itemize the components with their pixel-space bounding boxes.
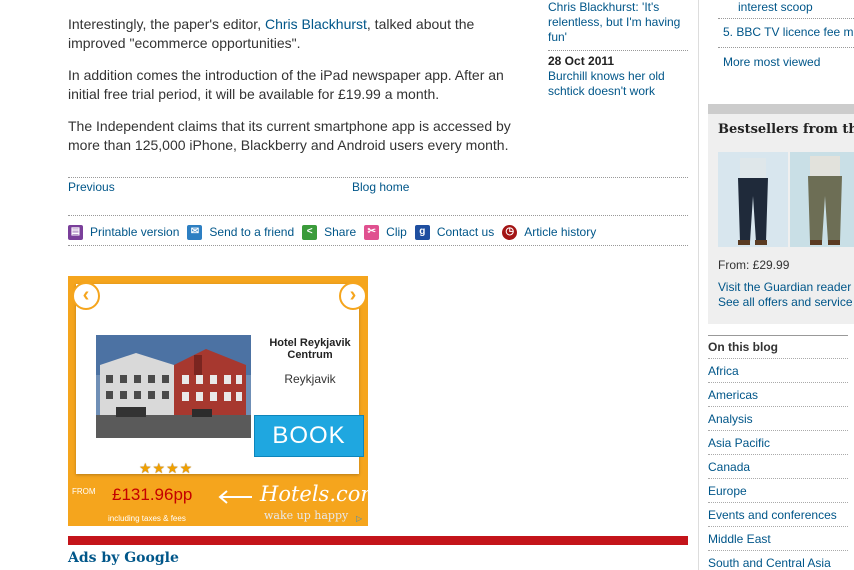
price-from-label: FROM xyxy=(72,487,96,496)
divider xyxy=(708,502,848,503)
see-all-offers-link[interactable]: See all offers and service xyxy=(718,295,853,309)
related-link-1[interactable]: Chris Blackhurst: 'It's relentless, but … xyxy=(548,0,690,45)
divider xyxy=(708,454,848,455)
paragraph-text: Interestingly, the paper's editor, xyxy=(68,16,265,32)
column-divider xyxy=(698,0,699,570)
divider xyxy=(68,245,688,246)
divider xyxy=(708,550,848,551)
send-to-friend-link[interactable]: ✉ Send to a friend xyxy=(187,224,295,240)
chris-blackhurst-link[interactable]: Chris Blackhurst xyxy=(265,16,367,32)
on-this-blog-heading: On this blog xyxy=(708,340,778,354)
more-most-viewed-link[interactable]: More most viewed xyxy=(723,55,820,69)
divider xyxy=(708,382,848,383)
category-canada[interactable]: Canada xyxy=(708,460,750,474)
divider xyxy=(68,177,688,178)
section-divider-bar xyxy=(68,536,688,545)
tool-label: Contact us xyxy=(436,225,495,239)
category-americas[interactable]: Americas xyxy=(708,388,758,402)
arrow-left-icon xyxy=(218,490,252,504)
category-events-and-conferences[interactable]: Events and conferences xyxy=(708,508,837,522)
tool-label: Share xyxy=(324,225,357,239)
category-analysis[interactable]: Analysis xyxy=(708,412,753,426)
hotel-photo xyxy=(96,335,251,438)
category-europe[interactable]: Europe xyxy=(708,484,747,498)
tool-label: Send to a friend xyxy=(209,225,295,239)
scissors-icon: ✂ xyxy=(364,224,380,240)
most-viewed-item-5[interactable]: 5. BBC TV licence fee m xyxy=(723,25,854,39)
hotel-name: Hotel Reykjavik Centrum xyxy=(269,337,351,361)
article-tools: ▤ Printable version ✉ Send to a friend <… xyxy=(68,222,604,242)
clip-link[interactable]: ✂ Clip xyxy=(364,224,407,240)
previous-link[interactable]: Previous xyxy=(68,180,115,194)
divider xyxy=(708,430,848,431)
bestsellers-box: Bestsellers from th From: £29.99 Visit t… xyxy=(708,114,854,324)
divider xyxy=(708,526,848,527)
hotels-com-tagline: wake up happy xyxy=(264,509,349,522)
article-paragraph-2: In addition comes the introduction of th… xyxy=(68,67,504,102)
divider xyxy=(708,335,848,336)
book-button[interactable]: BOOK xyxy=(254,415,364,457)
share-icon: < xyxy=(302,224,318,240)
divider xyxy=(718,18,854,19)
divider xyxy=(548,50,688,51)
bestsellers-top-band xyxy=(708,104,854,114)
contact-us-link[interactable]: g Contact us xyxy=(414,224,495,240)
clock-icon: ◷ xyxy=(502,224,518,240)
prev-arrow-icon[interactable]: ‹ xyxy=(72,282,100,310)
article-history-link[interactable]: ◷ Article history xyxy=(502,224,597,240)
star-rating: ★★★★ xyxy=(139,460,194,476)
category-south-and-central-asia[interactable]: South and Central Asia xyxy=(708,556,831,570)
visit-guardian-reader-link[interactable]: Visit the Guardian reader xyxy=(718,280,851,294)
hotels-com-logo: Hotels.com xyxy=(260,482,368,506)
contact-icon: g xyxy=(414,224,430,240)
divider xyxy=(708,478,848,479)
related-link-2[interactable]: Burchill knows her old schtick doesn't w… xyxy=(548,69,690,99)
category-africa[interactable]: Africa xyxy=(708,364,739,378)
blog-home-link[interactable]: Blog home xyxy=(352,180,409,194)
article-paragraph-1: Interestingly, the paper's editor, Chris… xyxy=(68,15,528,53)
article-paragraph-3: The Independent claims that its current … xyxy=(68,118,511,153)
divider xyxy=(718,47,854,48)
divider xyxy=(708,406,848,407)
bestseller-price: From: £29.99 xyxy=(718,258,790,272)
share-link[interactable]: < Share xyxy=(302,224,357,240)
product-image[interactable] xyxy=(718,152,854,247)
next-arrow-icon[interactable]: › xyxy=(339,282,367,310)
price-fees-note: including taxes & fees xyxy=(108,514,186,523)
ads-by-google-heading[interactable]: Ads by Google xyxy=(68,550,179,566)
tool-label: Printable version xyxy=(90,225,180,239)
bestsellers-title: Bestsellers from th xyxy=(718,122,854,137)
divider xyxy=(708,358,848,359)
adchoices-icon[interactable]: ▷ xyxy=(356,514,366,524)
category-asia-pacific[interactable]: Asia Pacific xyxy=(708,436,770,450)
related-date-2: 28 Oct 2011 xyxy=(548,54,615,68)
tool-label: Clip xyxy=(386,225,407,239)
tool-label: Article history xyxy=(524,225,597,239)
hotel-price: £131.96pp xyxy=(112,485,193,504)
most-viewed-item-4[interactable]: interest scoop xyxy=(738,0,813,14)
category-middle-east[interactable]: Middle East xyxy=(708,532,771,546)
printer-icon: ▤ xyxy=(68,224,83,240)
envelope-icon: ✉ xyxy=(187,224,203,240)
printable-version-link[interactable]: ▤ Printable version xyxy=(68,224,180,240)
ad-card: Hotel Reykjavik Centrum Reykjavik BOOK ★… xyxy=(76,284,364,476)
hotel-city: Reykjavik xyxy=(284,372,336,386)
divider xyxy=(68,215,688,216)
hotel-advert[interactable]: Hotel Reykjavik Centrum Reykjavik BOOK ★… xyxy=(68,276,368,526)
